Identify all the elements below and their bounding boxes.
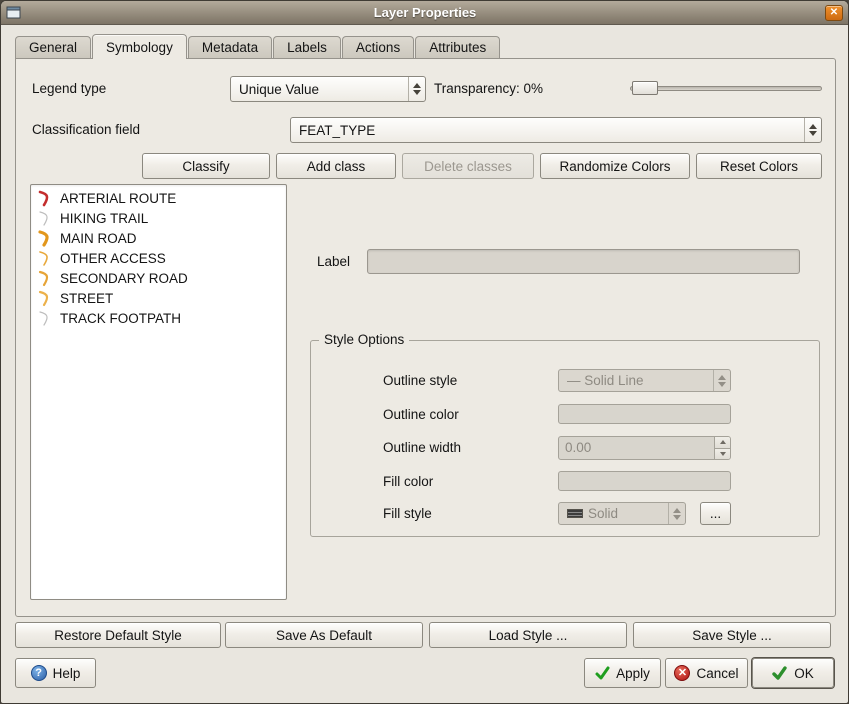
add-class-button[interactable]: Add class [276,153,396,179]
list-item[interactable]: TRACK FOOTPATH [31,308,286,328]
list-item[interactable]: OTHER ACCESS [31,248,286,268]
line-symbol-icon [35,230,57,247]
load-style-button[interactable]: Load Style ... [429,622,627,648]
line-symbol-icon [35,190,57,207]
line-symbol-icon [35,310,57,327]
class-list[interactable]: ARTERIAL ROUTE HIKING TRAIL MAIN ROAD OT… [30,184,287,600]
layer-properties-dialog: Layer Properties ✕ General Symbology Met… [0,0,849,704]
cancel-icon: ✕ [674,665,690,681]
outline-style-label: Outline style [383,373,457,388]
line-symbol-icon [35,210,57,227]
symbology-panel: Legend type Unique Value Transparency: 0… [15,58,836,617]
combo-arrows-icon [408,77,425,101]
combo-arrows-icon [713,370,730,391]
slider-trough[interactable] [630,86,822,91]
help-icon: ? [31,665,47,681]
outline-width-label: Outline width [383,440,461,455]
line-symbol-icon [35,270,57,287]
classification-field-combo[interactable]: FEAT_TYPE [290,117,822,143]
fill-pattern-icon [567,509,583,518]
outline-style-combo: — Solid Line [558,369,731,392]
spinner-arrows-icon [714,437,730,459]
list-item[interactable]: MAIN ROAD [31,228,286,248]
randomize-colors-button[interactable]: Randomize Colors [540,153,690,179]
tab-attributes[interactable]: Attributes [415,36,500,58]
outline-width-spinner: 0.00 [558,436,731,460]
style-options-title: Style Options [319,332,409,347]
apply-check-icon [595,666,610,680]
window-icon [6,6,21,19]
apply-button[interactable]: Apply [584,658,661,688]
fill-color-button [558,471,731,491]
restore-default-style-button[interactable]: Restore Default Style [15,622,221,648]
fill-style-label: Fill style [383,506,432,521]
label-field-label: Label [317,254,350,269]
tab-actions[interactable]: Actions [342,36,414,58]
list-item[interactable]: ARTERIAL ROUTE [31,188,286,208]
fill-color-label: Fill color [383,474,433,489]
window-title: Layer Properties [25,5,825,20]
list-item[interactable]: STREET [31,288,286,308]
transparency-label: Transparency: 0% [434,81,543,96]
legend-type-combo[interactable]: Unique Value [230,76,426,102]
close-button[interactable]: ✕ [825,5,843,21]
list-item[interactable]: HIKING TRAIL [31,208,286,228]
list-item[interactable]: SECONDARY ROAD [31,268,286,288]
cancel-button[interactable]: ✕ Cancel [665,658,748,688]
delete-classes-button: Delete classes [402,153,534,179]
help-button[interactable]: ? Help [15,658,96,688]
combo-arrows-icon [804,118,821,142]
save-style-button[interactable]: Save Style ... [633,622,831,648]
line-symbol-icon [35,250,57,267]
legend-type-label: Legend type [32,81,106,96]
fill-style-more-button[interactable]: ... [700,502,731,525]
ok-button[interactable]: OK [752,658,834,688]
fill-style-combo: Solid [558,502,686,525]
tab-general[interactable]: General [15,36,91,58]
tab-labels[interactable]: Labels [273,36,341,58]
outline-color-label: Outline color [383,407,459,422]
line-symbol-icon [35,290,57,307]
label-input [367,249,800,274]
style-options-group: Style Options Outline style — Solid Line… [310,340,820,537]
reset-colors-button[interactable]: Reset Colors [696,153,822,179]
ok-check-icon [772,666,788,680]
combo-arrows-icon [668,503,685,524]
titlebar[interactable]: Layer Properties ✕ [1,1,848,25]
classification-field-label: Classification field [32,122,140,137]
tab-bar: General Symbology Metadata Labels Action… [15,34,501,59]
tab-symbology[interactable]: Symbology [92,34,187,59]
save-as-default-button[interactable]: Save As Default [225,622,423,648]
transparency-slider[interactable] [630,80,822,96]
outline-color-button [558,404,731,424]
tab-metadata[interactable]: Metadata [188,36,272,58]
slider-handle[interactable] [632,81,658,95]
classify-button[interactable]: Classify [142,153,270,179]
